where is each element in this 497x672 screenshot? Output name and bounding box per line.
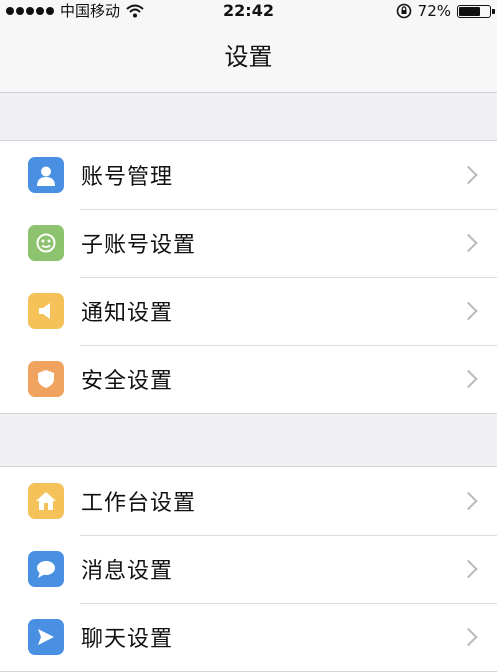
row-label: 安全设置 <box>81 369 174 394</box>
speaker-icon <box>28 293 64 329</box>
row-label: 聊天设置 <box>81 627 174 652</box>
row-label: 子账号设置 <box>81 233 197 258</box>
settings-row-account-management[interactable]: 账号管理 <box>0 141 497 209</box>
battery-icon <box>457 4 495 18</box>
home-icon <box>28 483 64 519</box>
chevron-right-icon <box>459 301 478 321</box>
chevron-right-icon <box>459 491 478 511</box>
page-title: 设置 <box>224 43 273 71</box>
settings-group-account: 账号管理 子账号设置 通知设置 安全设置 <box>0 140 497 414</box>
status-right: 72% <box>396 0 495 22</box>
rotation-lock-icon <box>396 3 411 19</box>
chat-bubble-icon <box>28 551 64 587</box>
shield-icon <box>28 361 64 397</box>
battery-percent: 72% <box>417 2 451 20</box>
settings-group-workspace: 工作台设置 消息设置 聊天设置 <box>0 466 497 672</box>
row-label: 账号管理 <box>81 165 174 190</box>
row-label: 消息设置 <box>81 559 174 584</box>
chevron-right-icon <box>459 165 478 185</box>
sub-account-icon <box>28 225 64 261</box>
settings-row-security[interactable]: 安全设置 <box>0 345 497 413</box>
row-label: 通知设置 <box>81 301 174 326</box>
settings-row-chat[interactable]: 聊天设置 <box>0 603 497 671</box>
navigation-bar: 设置 <box>0 22 497 93</box>
row-label: 工作台设置 <box>81 491 197 516</box>
account-icon <box>28 157 64 193</box>
chevron-right-icon <box>459 627 478 647</box>
settings-row-messages[interactable]: 消息设置 <box>0 535 497 603</box>
status-bar: 中国移动 22:42 72% <box>0 0 497 22</box>
chevron-right-icon <box>459 233 478 253</box>
settings-row-sub-account[interactable]: 子账号设置 <box>0 209 497 277</box>
chevron-right-icon <box>459 559 478 579</box>
settings-row-workbench[interactable]: 工作台设置 <box>0 467 497 535</box>
chevron-right-icon <box>459 369 478 389</box>
send-icon <box>28 619 64 655</box>
settings-row-notifications[interactable]: 通知设置 <box>0 277 497 345</box>
